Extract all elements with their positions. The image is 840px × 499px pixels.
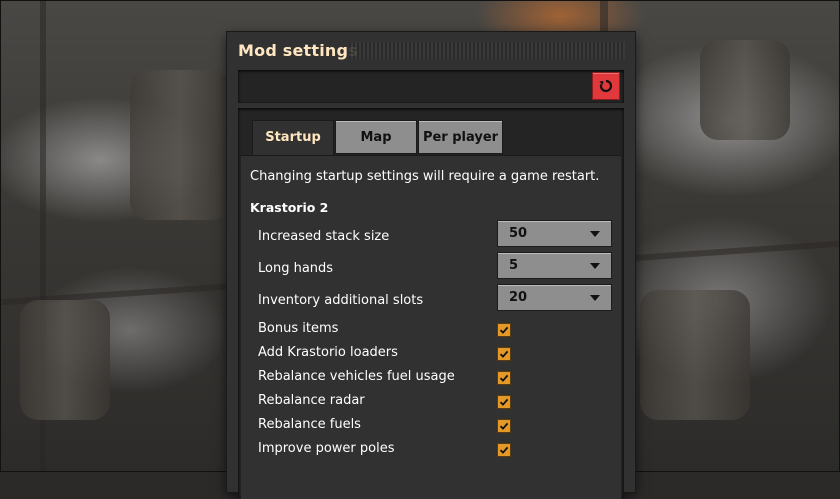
check-icon [499,422,509,430]
rebalance-radar-checkbox[interactable] [497,395,511,409]
check-icon [499,398,509,406]
setting-label-rebalance-vehicles-fuel-usage: Rebalance vehicles fuel usage [258,369,455,384]
startup-settings-content: Changing startup settings will require a… [241,155,621,499]
dropdown-arrow-icon [590,231,600,237]
setting-label-improve-power-poles: Improve power poles [258,441,395,456]
dropdown-value: 20 [509,290,528,305]
check-icon [499,374,509,382]
dropdown-value: 50 [509,226,528,241]
check-icon [499,350,509,358]
reset-button[interactable] [592,72,620,100]
setting-label-long-hands: Long hands [258,261,334,276]
dropdown-value: 5 [509,258,519,273]
check-icon [499,446,509,454]
reset-arrow-icon [599,79,613,93]
rebalance-fuels-checkbox[interactable] [497,419,511,433]
mod-section-title: Krastorio 2 [250,200,329,215]
add-krastorio-loaders-checkbox[interactable] [497,347,511,361]
setting-label-rebalance-fuels: Rebalance fuels [258,417,361,432]
restart-notice: Changing startup settings will require a… [250,169,600,184]
toolbar-strip [238,70,624,103]
tab-startup[interactable]: Startup [252,120,334,156]
increased-stack-size-dropdown[interactable]: 50 [497,220,612,247]
setting-label-increased-stack-size: Increased stack size [258,229,390,244]
titlebar: Mod settings [227,32,635,70]
dropdown-arrow-icon [590,263,600,269]
check-icon [499,326,509,334]
window-title: Mod settings [238,41,358,60]
drag-handle[interactable] [349,42,625,60]
improve-power-poles-checkbox[interactable] [497,443,511,457]
dropdown-arrow-icon [590,295,600,301]
bonus-items-checkbox[interactable] [497,323,511,337]
setting-label-inventory-additional-slots: Inventory additional slots [258,293,424,308]
tab-area: Startup Map Per player Changing startup … [238,108,624,499]
setting-label-add-krastorio-loaders: Add Krastorio loaders [258,345,398,360]
tab-map[interactable]: Map [335,120,417,154]
tab-per-player[interactable]: Per player [418,120,503,154]
long-hands-dropdown[interactable]: 5 [497,252,612,279]
setting-label-bonus-items: Bonus items [258,321,339,336]
inventory-additional-slots-dropdown[interactable]: 20 [497,284,612,311]
rebalance-vehicles-fuel-usage-checkbox[interactable] [497,371,511,385]
mod-settings-window: Mod settings Startup Map Per player Chan… [227,32,635,499]
setting-label-rebalance-radar: Rebalance radar [258,393,365,408]
